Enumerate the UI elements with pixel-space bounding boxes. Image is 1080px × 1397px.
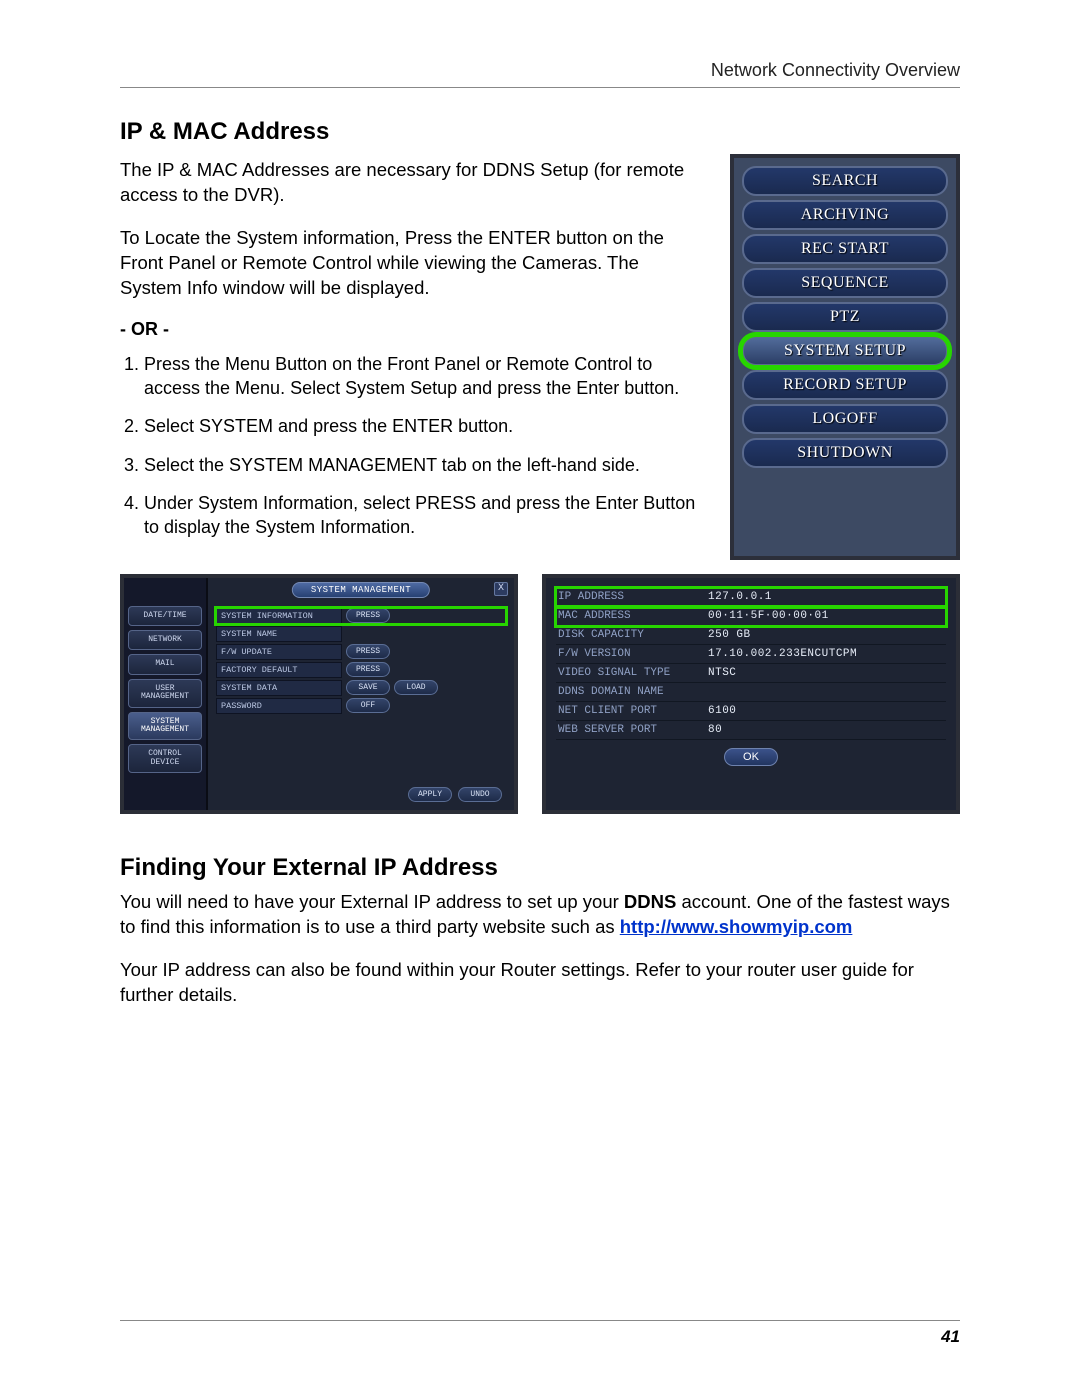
dvr-menu-item[interactable]: LOGOFF: [742, 404, 948, 434]
sysinfo-value: 80: [708, 724, 944, 736]
p1a: You will need to have your External IP a…: [120, 891, 624, 912]
sysinfo-key: DDNS DOMAIN NAME: [558, 686, 708, 698]
section-ip-mac-title: IP & MAC Address: [120, 118, 960, 146]
dvr-menu-item[interactable]: SEQUENCE: [742, 268, 948, 298]
system-info-screenshot: IP ADDRESS127.0.0.1MAC ADDRESS00·11·5F·0…: [542, 574, 960, 814]
dvr-menu-item[interactable]: PTZ: [742, 302, 948, 332]
sm-footer-button[interactable]: UNDO: [458, 787, 502, 802]
step-item: Under System Information, select PRESS a…: [144, 491, 702, 540]
sm-setting-label: FACTORY DEFAULT: [216, 662, 342, 678]
sm-setting-button[interactable]: OFF: [346, 698, 390, 713]
sm-setting-button[interactable]: PRESS: [346, 662, 390, 677]
sm-sidebar-tab[interactable]: NETWORK: [128, 630, 202, 650]
page-header-section: Network Connectivity Overview: [120, 60, 960, 81]
sysinfo-key: MAC ADDRESS: [558, 610, 708, 622]
sm-setting-row: SYSTEM DATA SAVE LOAD: [216, 680, 506, 696]
sm-setting-row: FACTORY DEFAULT PRESS: [216, 662, 506, 678]
dvr-menu-item[interactable]: RECORD SETUP: [742, 370, 948, 400]
ip-mac-intro-2: To Locate the System information, Press …: [120, 226, 702, 301]
sysinfo-value: NTSC: [708, 667, 944, 679]
dvr-menu-item[interactable]: REC START: [742, 234, 948, 264]
sysinfo-row: NET CLIENT PORT6100: [556, 702, 946, 721]
sysinfo-value: 17.10.002.233ENCUTCPM: [708, 648, 944, 660]
dvr-menu-item[interactable]: SEARCH: [742, 166, 948, 196]
sysinfo-key: WEB SERVER PORT: [558, 724, 708, 736]
sysinfo-row: DISK CAPACITY250 GB: [556, 626, 946, 645]
dvr-menu-item[interactable]: SHUTDOWN: [742, 438, 948, 468]
system-management-screenshot: DATE/TIME NETWORK MAIL USER MANAGEMENT SYSTE…: [120, 574, 518, 814]
or-separator: - OR -: [120, 319, 702, 340]
sm-footer-button[interactable]: APPLY: [408, 787, 452, 802]
sysinfo-key: VIDEO SIGNAL TYPE: [558, 667, 708, 679]
external-ip-p2: Your IP address can also be found within…: [120, 958, 960, 1008]
sm-setting-row: SYSTEM INFORMATION PRESS: [216, 608, 506, 624]
sm-setting-button[interactable]: PRESS: [346, 608, 390, 623]
sysinfo-key: NET CLIENT PORT: [558, 705, 708, 717]
sysinfo-value: 00·11·5F·00·00·01: [708, 610, 944, 622]
sm-sidebar-tab[interactable]: USER MANAGEMENT: [128, 679, 202, 708]
sysinfo-value: 250 GB: [708, 629, 944, 641]
page-number: 41: [120, 1327, 960, 1347]
steps-list: Press the Menu Button on the Front Panel…: [120, 352, 702, 540]
footer-rule: [120, 1320, 960, 1321]
sysinfo-row: WEB SERVER PORT80: [556, 721, 946, 740]
sm-setting-row: F/W UPDATE PRESS: [216, 644, 506, 660]
sm-setting-row: PASSWORD OFF: [216, 698, 506, 714]
sm-setting-label: SYSTEM NAME: [216, 626, 342, 642]
step-item: Select the SYSTEM MANAGEMENT tab on the …: [144, 453, 702, 477]
sysinfo-key: DISK CAPACITY: [558, 629, 708, 641]
page-footer: 41: [120, 1320, 960, 1347]
sm-setting-button[interactable]: SAVE: [346, 680, 390, 695]
p1b-ddns: DDNS: [624, 891, 676, 912]
sm-setting-button[interactable]: LOAD: [394, 680, 438, 695]
sm-sidebar-tab[interactable]: SYSTEM MANAGEMENT: [128, 712, 202, 741]
sysinfo-value: 6100: [708, 705, 944, 717]
dvr-menu-item[interactable]: ARCHVING: [742, 200, 948, 230]
sm-titlebar: SYSTEM MANAGEMENT: [292, 582, 430, 598]
sysinfo-key: F/W VERSION: [558, 648, 708, 660]
sysinfo-row: F/W VERSION17.10.002.233ENCUTCPM: [556, 645, 946, 664]
step-item: Select SYSTEM and press the ENTER button…: [144, 414, 702, 438]
sysinfo-row: DDNS DOMAIN NAME: [556, 683, 946, 702]
sm-setting-label: F/W UPDATE: [216, 644, 342, 660]
sysinfo-row: MAC ADDRESS00·11·5F·00·00·01: [556, 607, 946, 626]
dvr-menu-item[interactable]: SYSTEM SETUP: [742, 336, 948, 366]
sm-setting-label: SYSTEM INFORMATION: [216, 608, 342, 624]
sm-setting-label: PASSWORD: [216, 698, 342, 714]
ok-button[interactable]: OK: [724, 748, 778, 766]
external-ip-p1: You will need to have your External IP a…: [120, 890, 960, 940]
sysinfo-value: 127.0.0.1: [708, 591, 944, 603]
sm-setting-row: SYSTEM NAME: [216, 626, 506, 642]
sm-setting-label: SYSTEM DATA: [216, 680, 342, 696]
sysinfo-row: IP ADDRESS127.0.0.1: [556, 588, 946, 607]
step-item: Press the Menu Button on the Front Panel…: [144, 352, 702, 401]
dvr-menu-screenshot: SEARCH ARCHVING REC START SEQUENCE PTZ SYSTEM…: [730, 154, 960, 560]
header-rule: [120, 87, 960, 88]
sm-sidebar-tab[interactable]: MAIL: [128, 654, 202, 674]
sm-setting-button[interactable]: PRESS: [346, 644, 390, 659]
close-icon[interactable]: X: [494, 582, 508, 596]
section-external-ip-title: Finding Your External IP Address: [120, 854, 960, 882]
showmyip-link[interactable]: http://www.showmyip.com: [620, 916, 853, 937]
sm-sidebar-tab[interactable]: CONTROL DEVICE: [128, 744, 202, 773]
sm-sidebar-tab[interactable]: DATE/TIME: [128, 606, 202, 626]
sysinfo-key: IP ADDRESS: [558, 591, 708, 603]
sysinfo-row: VIDEO SIGNAL TYPENTSC: [556, 664, 946, 683]
ip-mac-intro-1: The IP & MAC Addresses are necessary for…: [120, 158, 702, 208]
